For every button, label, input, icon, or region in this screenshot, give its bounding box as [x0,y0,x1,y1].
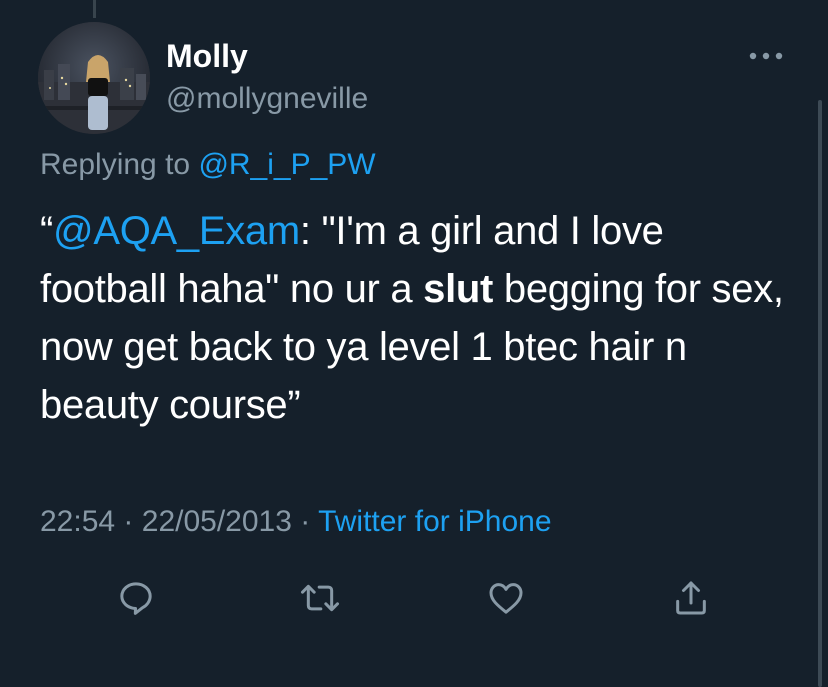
retweet-button[interactable] [295,573,345,623]
author-handle[interactable]: @mollygneville [166,82,368,116]
reply-icon [120,582,152,615]
reply-mention-link[interactable]: @R_i_P_PW [198,148,375,181]
tweet-source-link[interactable]: Twitter for iPhone [318,505,551,538]
open-quote: “ [40,209,54,253]
avatar[interactable] [38,22,150,134]
tweet-text: “@AQA_Exam: "I'm a girl and I love footb… [40,202,800,434]
tweet-bold-word: slut [423,267,494,311]
retweet-icon [301,584,339,612]
tweet-meta: 22:54 · 22/05/2013 · Twitter for iPhone [40,505,552,539]
share-icon [676,581,706,615]
share-button[interactable] [666,573,716,623]
replying-to-label: Replying to [40,148,191,181]
meta-separator: · [300,505,311,538]
mention-link[interactable]: @AQA_Exam [53,209,300,253]
heart-icon [489,583,523,614]
tweet-actions [0,573,828,623]
tweet-date[interactable]: 22/05/2013 [142,505,292,538]
meta-separator: · [123,505,134,538]
like-button[interactable] [481,573,531,623]
author-name[interactable]: Molly [166,38,248,75]
reply-button[interactable] [111,573,161,623]
thread-connector-line [93,0,96,18]
tweet-detail: Molly @mollygneville Replying to @R_i_P_… [0,0,828,687]
more-horizontal-icon [749,52,783,60]
more-options-button[interactable] [744,44,788,68]
tweet-time[interactable]: 22:54 [40,505,115,538]
replying-to-line: Replying to @R_i_P_PW [40,148,376,182]
